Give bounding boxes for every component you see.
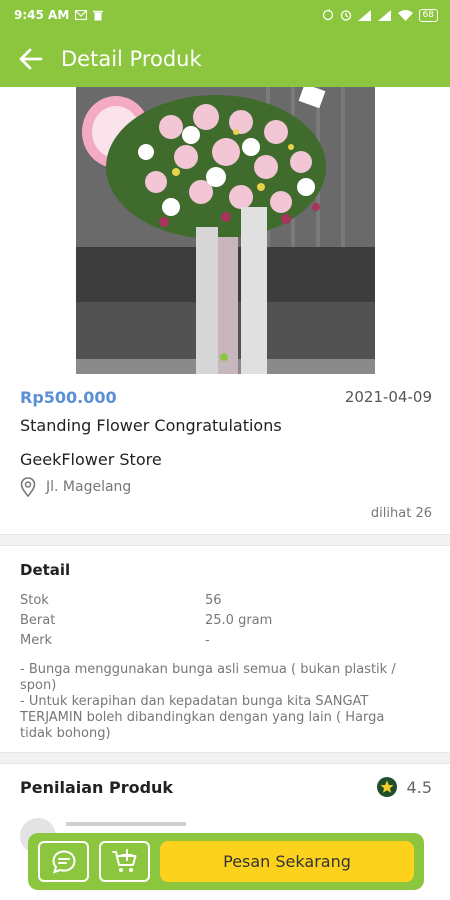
spec-row-berat: Berat 25.0 gram xyxy=(20,613,420,628)
spec-row-merk: Merk - xyxy=(20,633,420,648)
location-text: Jl. Magelang xyxy=(46,479,132,495)
spec-value: 56 xyxy=(205,593,222,608)
store-name[interactable]: GeekFlower Store xyxy=(20,450,162,469)
spec-value: - xyxy=(205,633,210,648)
signal-icon xyxy=(357,9,372,21)
wifi-icon xyxy=(397,9,413,21)
product-description: - Bunga menggunakan bunga asli semua ( b… xyxy=(20,662,396,741)
product-image-carousel[interactable] xyxy=(0,87,450,374)
back-button[interactable] xyxy=(16,44,46,74)
alarm-icon xyxy=(340,9,352,21)
section-divider xyxy=(0,534,450,546)
app-bar: Detail Produk xyxy=(0,30,450,87)
page-title: Detail Produk xyxy=(61,46,202,71)
chat-icon xyxy=(51,849,76,874)
spec-label: Berat xyxy=(20,613,56,628)
section-divider xyxy=(0,752,450,764)
status-left: 9:45 AM xyxy=(14,8,104,22)
product-price: Rp500.000 xyxy=(20,388,117,407)
location-pin-icon xyxy=(20,477,36,497)
star-icon xyxy=(376,777,397,797)
view-count: dilihat 26 xyxy=(370,506,432,521)
status-time: 9:45 AM xyxy=(14,8,70,22)
carousel-indicator-dot[interactable] xyxy=(220,353,228,361)
spec-value: 25.0 gram xyxy=(205,613,273,628)
status-bar: 9:45 AM 68 xyxy=(0,0,450,30)
trash-notification-icon xyxy=(93,10,104,21)
spec-row-stok: Stok 56 xyxy=(20,593,420,608)
order-now-button[interactable]: Pesan Sekarang xyxy=(160,841,414,882)
rating-value: 4.5 xyxy=(406,777,432,797)
status-right: 68 xyxy=(322,8,438,22)
rating-title: Penilaian Produk xyxy=(20,778,174,797)
back-arrow-icon xyxy=(19,48,43,69)
add-to-cart-icon xyxy=(112,848,136,872)
bottom-action-bar: Pesan Sekarang xyxy=(28,833,424,890)
spec-label: Stok xyxy=(20,593,49,608)
detail-title: Detail xyxy=(20,561,71,579)
product-photo xyxy=(76,87,375,374)
mail-notification-icon xyxy=(75,10,88,20)
signal-2-icon xyxy=(377,9,392,21)
spec-label: Merk xyxy=(20,633,53,648)
add-to-cart-button[interactable] xyxy=(99,841,150,882)
rotate-icon xyxy=(322,9,334,21)
chat-button[interactable] xyxy=(38,841,89,882)
store-location: Jl. Magelang xyxy=(20,477,131,497)
product-date: 2021-04-09 xyxy=(344,388,432,406)
reviewer-name-placeholder xyxy=(66,822,186,826)
rating-summary: 4.5 xyxy=(376,777,432,797)
product-name: Standing Flower Congratulations xyxy=(20,416,282,435)
battery-indicator: 68 xyxy=(418,8,438,22)
